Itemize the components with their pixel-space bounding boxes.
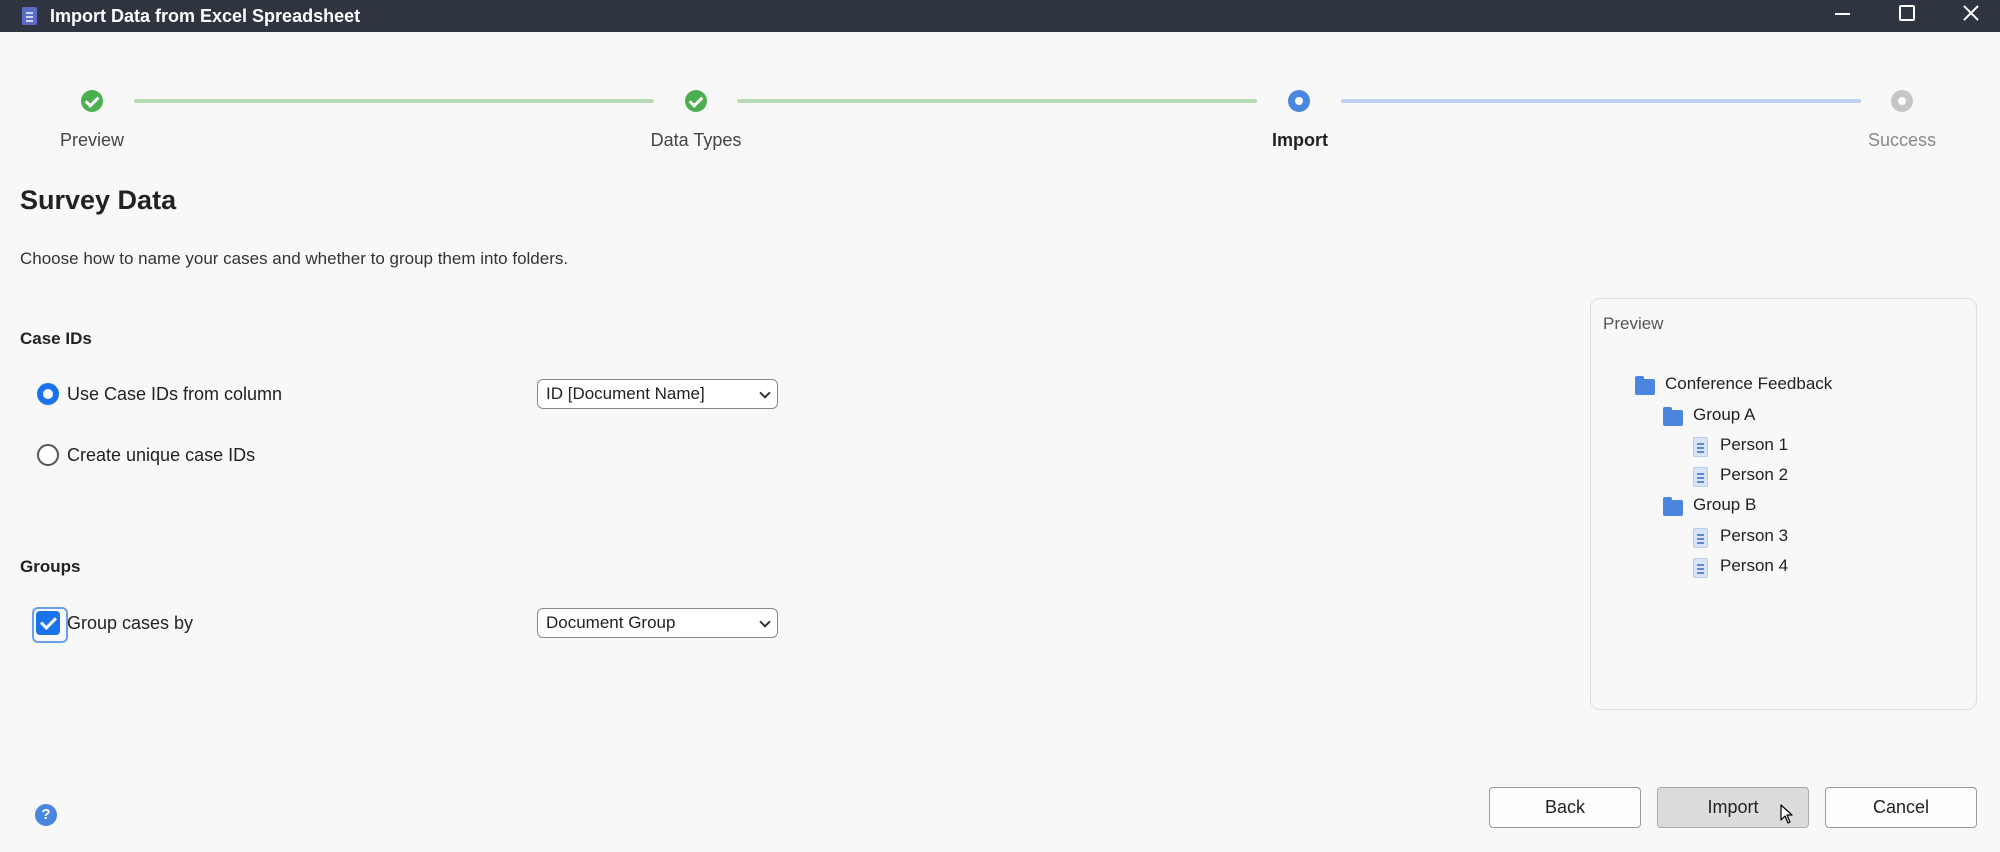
close-window-button[interactable] [1948, 0, 1992, 32]
tree-group-folder: Group A [1693, 405, 1756, 424]
step-success-pending-icon [1891, 90, 1913, 112]
step-import-current-icon [1288, 90, 1310, 112]
folder-icon [1635, 376, 1655, 395]
group-cases-checkbox[interactable] [32, 607, 68, 643]
maximize-button[interactable] [1884, 0, 1928, 32]
title-bar: Import Data from Excel Spreadsheet [0, 0, 2000, 32]
step-preview-check-icon [81, 90, 103, 112]
back-button[interactable]: Back [1489, 787, 1641, 828]
tree-root-folder: Conference Feedback [1665, 374, 1833, 393]
chevron-down-icon [759, 616, 771, 628]
mouse-pointer-icon [1780, 804, 1793, 824]
folder-icon [1663, 407, 1683, 426]
document-icon [1693, 528, 1708, 548]
cancel-button[interactable]: Cancel [1825, 787, 1977, 828]
tree-case-item: Person 1 [1720, 435, 1789, 454]
step-label-import: Import [1272, 130, 1328, 150]
tree-case-item: Person 4 [1720, 556, 1789, 575]
case-ids-heading: Case IDs [20, 329, 92, 348]
use-column-radio[interactable] [37, 383, 59, 405]
tree-group-folder: Group B [1693, 495, 1757, 514]
window-title: Import Data from Excel Spreadsheet [50, 6, 361, 26]
step-connector-line [737, 99, 1257, 103]
document-icon [1693, 558, 1708, 578]
use-column-label[interactable]: Use Case IDs from column [67, 384, 282, 405]
group-by-value: Document Group [546, 613, 676, 632]
group-by-select[interactable]: Document Group [537, 608, 778, 638]
step-label-success: Success [1867, 130, 1937, 150]
case-id-column-select[interactable]: ID [Document Name] [537, 379, 778, 409]
case-id-column-value: ID [Document Name] [546, 384, 705, 403]
tree-case-item: Person 2 [1720, 465, 1789, 484]
document-icon [1693, 437, 1708, 457]
step-data-types-check-icon [685, 90, 707, 112]
page-title: Survey Data [20, 185, 177, 215]
tree-case-item: Person 3 [1720, 526, 1789, 545]
spreadsheet-app-icon [22, 7, 37, 25]
step-label-preview: Preview [59, 130, 125, 150]
groups-heading: Groups [20, 557, 81, 576]
step-label-data-types: Data Types [650, 130, 742, 150]
group-cases-label[interactable]: Group cases by [67, 613, 193, 634]
folder-icon [1663, 497, 1683, 516]
step-connector-line [1341, 99, 1861, 103]
step-connector-line [134, 99, 654, 103]
preview-title: Preview [1603, 314, 1664, 333]
help-question-icon[interactable]: ? [35, 804, 57, 826]
minimize-button[interactable] [1820, 0, 1864, 32]
unique-ids-label[interactable]: Create unique case IDs [67, 445, 255, 466]
preview-panel: Preview Conference Feedback Group A Pers… [1590, 298, 1977, 710]
unique-ids-radio[interactable] [37, 444, 59, 466]
document-icon [1693, 467, 1708, 487]
chevron-down-icon [759, 387, 771, 399]
page-subtitle: Choose how to name your cases and whethe… [20, 249, 569, 268]
